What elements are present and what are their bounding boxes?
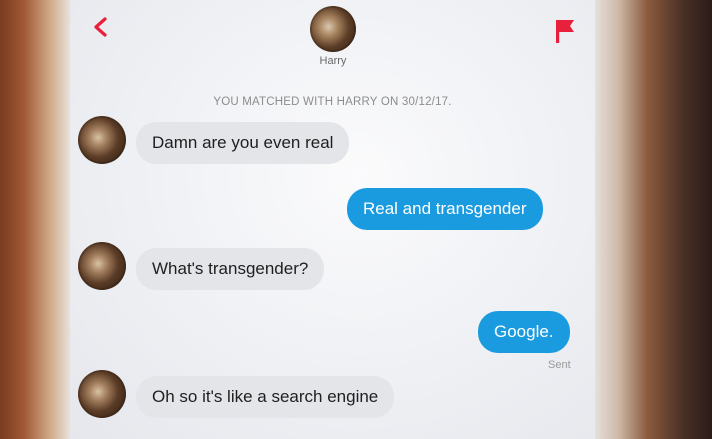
match-name: Harry bbox=[319, 55, 347, 67]
phone-frame-right bbox=[595, 0, 712, 439]
delivery-status: Sent bbox=[548, 359, 571, 371]
message-bubble-incoming[interactable]: Damn are you even real bbox=[136, 122, 350, 164]
sender-avatar[interactable] bbox=[78, 116, 126, 164]
chat-screen: Harry YOU MATCHED WITH HARRY ON 30/12/17… bbox=[70, 0, 595, 439]
match-avatar[interactable] bbox=[310, 6, 356, 52]
flag-icon[interactable] bbox=[554, 18, 576, 44]
chat-header: Harry bbox=[70, 0, 595, 82]
message-bubble-incoming[interactable]: What's transgender? bbox=[136, 248, 325, 290]
chevron-left-icon[interactable] bbox=[90, 16, 112, 38]
message-bubble-outgoing[interactable]: Google. bbox=[478, 311, 570, 353]
match-notice: YOU MATCHED WITH HARRY ON 30/12/17. bbox=[213, 96, 452, 108]
message-bubble-outgoing[interactable]: Real and transgender bbox=[347, 188, 543, 230]
sender-avatar[interactable] bbox=[78, 370, 126, 418]
message-bubble-incoming[interactable]: Oh so it's like a search engine bbox=[136, 376, 395, 418]
phone-frame-left bbox=[0, 0, 70, 439]
sender-avatar[interactable] bbox=[78, 242, 126, 290]
